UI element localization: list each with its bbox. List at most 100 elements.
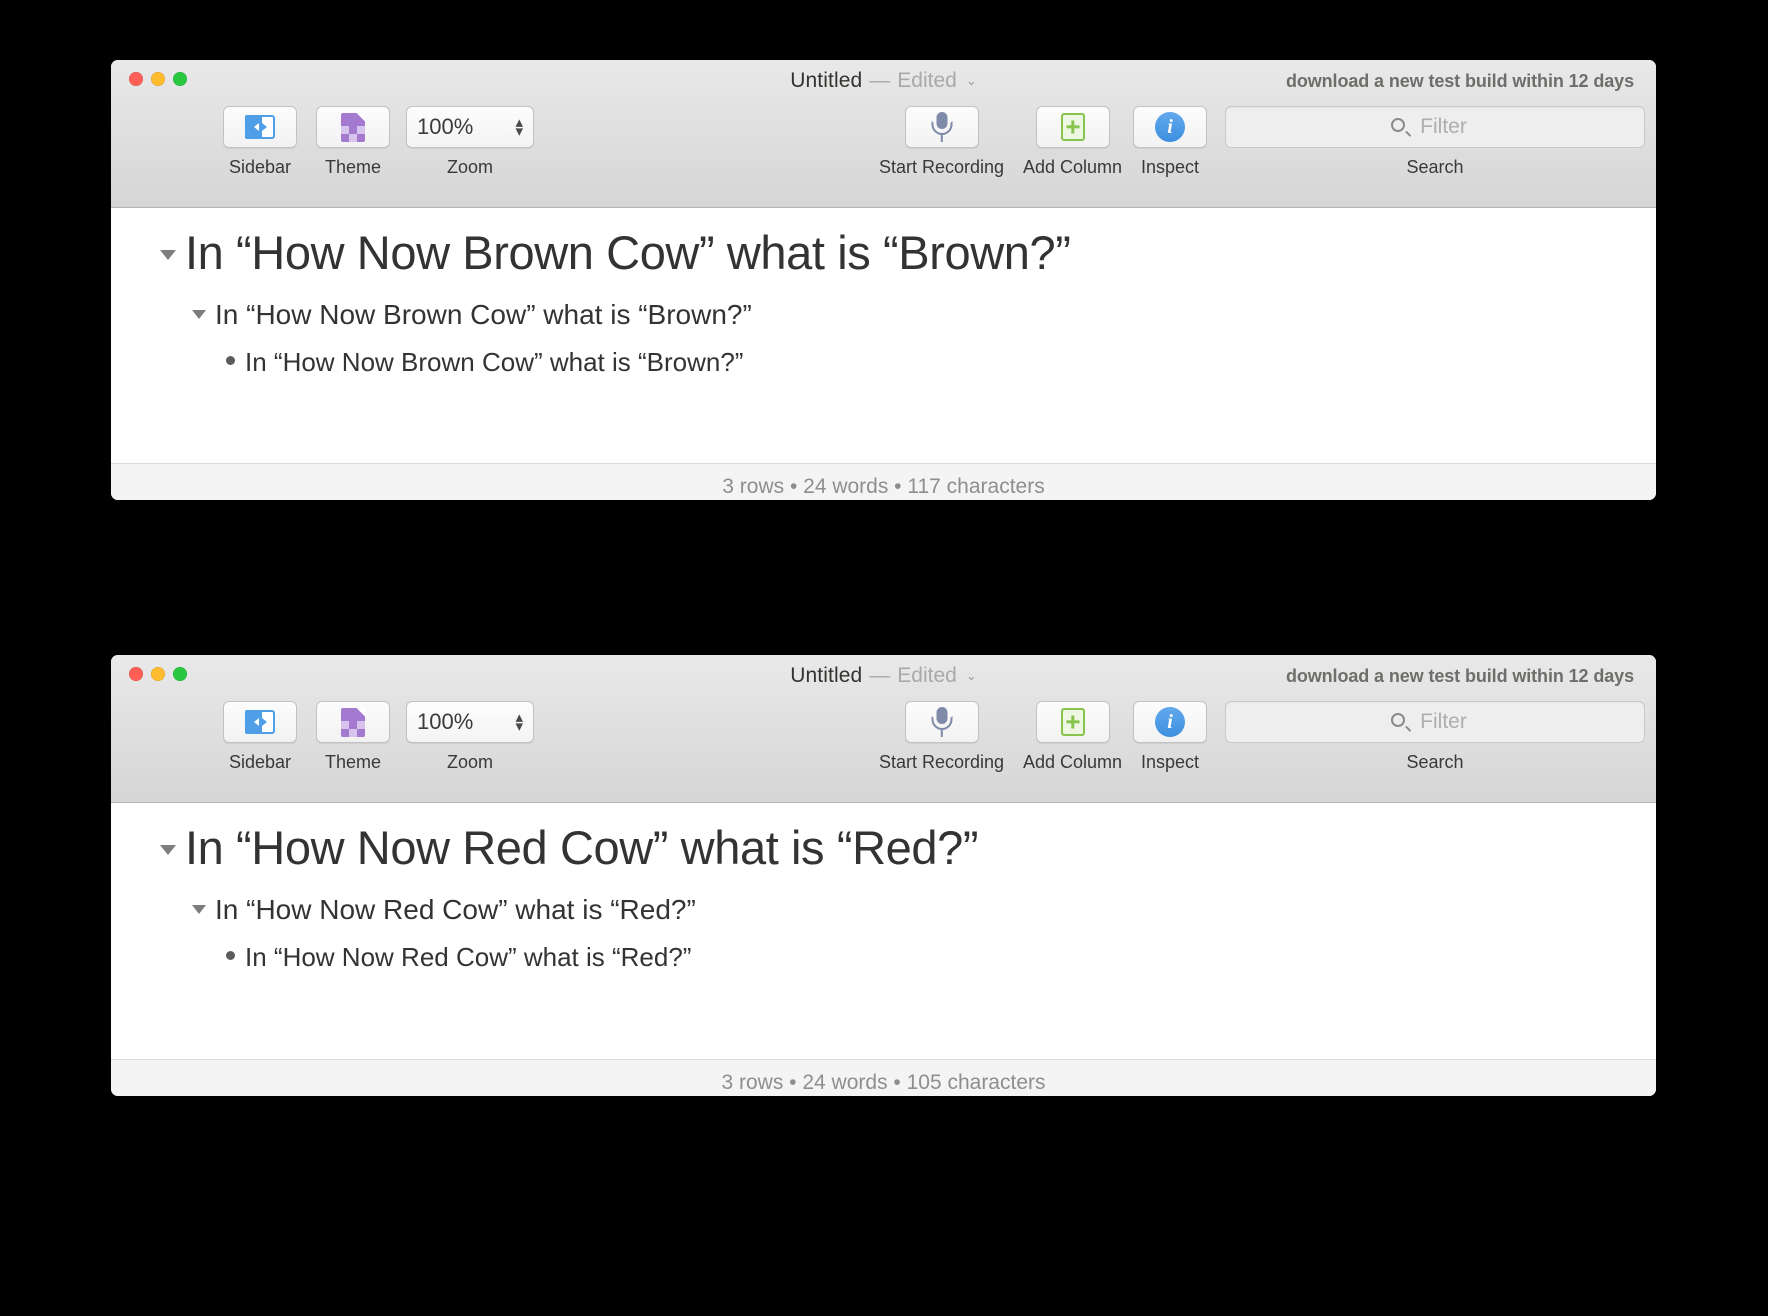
- close-button-icon[interactable]: [129, 72, 143, 86]
- add-column-icon: [1060, 113, 1085, 141]
- window-titlebar: Untitled — Edited ⌄ download a new test …: [111, 60, 1656, 208]
- edited-status-label: Edited: [897, 69, 957, 92]
- close-button-icon[interactable]: [129, 667, 143, 681]
- document-title: Untitled: [790, 69, 863, 92]
- zoom-stepper[interactable]: 100% ▴ ▾: [406, 106, 534, 148]
- add-column-label: Add Column: [1023, 752, 1123, 772]
- search-icon: [1391, 712, 1412, 732]
- inspect-label: Inspect: [1140, 157, 1200, 177]
- zoom-value[interactable]: 100%: [417, 709, 515, 735]
- zoom-label: Zoom: [446, 752, 493, 772]
- outline-row-text[interactable]: In “How Now Brown Cow” what is “Brown?”: [245, 346, 743, 379]
- outliner-window-2: Untitled — Edited ⌄ download a new test …: [111, 655, 1656, 1096]
- outline-row-text[interactable]: In “How Now Brown Cow” what is “Brown?”: [185, 224, 1071, 281]
- disclosure-triangle-icon[interactable]: [183, 905, 215, 915]
- toolbar-item-theme[interactable]: Theme: [316, 106, 390, 178]
- toolbar-item-inspect[interactable]: i Inspect: [1133, 106, 1207, 178]
- outline-content[interactable]: In “How Now Brown Cow” what is “Brown?” …: [111, 208, 1656, 463]
- outline-row[interactable]: In “How Now Red Cow” what is “Red?”: [111, 941, 1656, 974]
- toolbar-item-sidebar[interactable]: Sidebar: [223, 106, 297, 178]
- theme-button-label: Theme: [324, 752, 382, 772]
- outline-row[interactable]: In “How Now Red Cow” what is “Red?”: [111, 892, 1656, 927]
- theme-icon: [341, 707, 365, 737]
- window-toolbar: Sidebar Theme 100% ▴ ▾ Zoom Start Record…: [111, 106, 1656, 202]
- sidebar-button-label: Sidebar: [228, 157, 292, 177]
- theme-button[interactable]: [316, 106, 390, 148]
- chevron-down-icon[interactable]: ⌄: [966, 73, 977, 89]
- search-label: Search: [1406, 752, 1464, 772]
- stepper-arrows-icon[interactable]: ▴ ▾: [515, 114, 523, 139]
- zoom-stepper[interactable]: 100% ▴ ▾: [406, 701, 534, 743]
- toolbar-item-theme[interactable]: Theme: [316, 701, 390, 773]
- toolbar-item-zoom[interactable]: 100% ▴ ▾ Zoom: [406, 701, 534, 773]
- document-statistics: 3 rows • 24 words • 105 characters: [721, 1071, 1046, 1094]
- disclosure-triangle-icon[interactable]: [151, 845, 185, 855]
- sidebar-button-label: Sidebar: [228, 752, 292, 772]
- edited-status-label: Edited: [897, 664, 957, 687]
- toolbar-item-zoom[interactable]: 100% ▴ ▾ Zoom: [406, 106, 534, 178]
- maximize-button-icon[interactable]: [173, 72, 187, 86]
- chevron-down-icon[interactable]: ⌄: [966, 668, 977, 684]
- search-field[interactable]: Filter: [1225, 701, 1645, 743]
- minimize-button-icon[interactable]: [151, 72, 165, 86]
- window-toolbar: Sidebar Theme 100% ▴ ▾ Zoom Start Record…: [111, 701, 1656, 797]
- info-icon: i: [1155, 112, 1185, 142]
- disclosure-triangle-icon[interactable]: [183, 310, 215, 320]
- minimize-button-icon[interactable]: [151, 667, 165, 681]
- window-controls: [129, 667, 187, 681]
- microphone-icon: [931, 707, 953, 737]
- toolbar-item-search[interactable]: Filter Search: [1225, 701, 1645, 773]
- outline-content[interactable]: In “How Now Red Cow” what is “Red?” In “…: [111, 803, 1656, 1059]
- sidebar-icon: [245, 115, 275, 139]
- sidebar-icon: [245, 710, 275, 734]
- start-recording-label: Start Recording: [879, 157, 1005, 177]
- outliner-window-1: Untitled — Edited ⌄ download a new test …: [111, 60, 1656, 500]
- sidebar-button[interactable]: [223, 701, 297, 743]
- outline-row[interactable]: In “How Now Red Cow” what is “Red?”: [111, 819, 1656, 876]
- build-expiry-warning: download a new test build within 12 days: [1285, 666, 1634, 686]
- theme-button[interactable]: [316, 701, 390, 743]
- outline-row-text[interactable]: In “How Now Red Cow” what is “Red?”: [245, 941, 691, 974]
- outline-row-text[interactable]: In “How Now Red Cow” what is “Red?”: [185, 819, 978, 876]
- toolbar-item-add-column[interactable]: Add Column: [1023, 106, 1122, 178]
- sidebar-button[interactable]: [223, 106, 297, 148]
- maximize-button-icon[interactable]: [173, 667, 187, 681]
- inspect-button[interactable]: i: [1133, 701, 1207, 743]
- toolbar-item-record[interactable]: Start Recording: [879, 701, 1004, 773]
- title-separator: —: [869, 69, 891, 92]
- outline-row[interactable]: In “How Now Brown Cow” what is “Brown?”: [111, 224, 1656, 281]
- status-bar: 3 rows • 24 words • 105 characters: [111, 1059, 1656, 1096]
- search-input[interactable]: Filter: [1420, 710, 1467, 734]
- document-statistics: 3 rows • 24 words • 117 characters: [722, 475, 1045, 498]
- title-separator: —: [869, 664, 891, 687]
- build-expiry-warning: download a new test build within 12 days: [1285, 71, 1634, 91]
- stepper-arrows-icon[interactable]: ▴ ▾: [515, 709, 523, 734]
- zoom-label: Zoom: [446, 157, 493, 177]
- toolbar-item-search[interactable]: Filter Search: [1225, 106, 1645, 178]
- inspect-button[interactable]: i: [1133, 106, 1207, 148]
- window-titlebar: Untitled — Edited ⌄ download a new test …: [111, 655, 1656, 803]
- search-field[interactable]: Filter: [1225, 106, 1645, 148]
- disclosure-triangle-icon[interactable]: [151, 250, 185, 260]
- toolbar-item-add-column[interactable]: Add Column: [1023, 701, 1122, 773]
- toolbar-item-sidebar[interactable]: Sidebar: [223, 701, 297, 773]
- outline-row-text[interactable]: In “How Now Brown Cow” what is “Brown?”: [215, 297, 752, 332]
- start-recording-button[interactable]: [904, 106, 979, 148]
- search-input[interactable]: Filter: [1420, 115, 1467, 139]
- document-title: Untitled: [790, 664, 863, 687]
- zoom-value[interactable]: 100%: [417, 114, 515, 140]
- add-column-button[interactable]: [1035, 106, 1110, 148]
- add-column-icon: [1060, 708, 1085, 736]
- outline-row[interactable]: In “How Now Brown Cow” what is “Brown?”: [111, 346, 1656, 379]
- bullet-icon: [215, 356, 245, 366]
- outline-row-text[interactable]: In “How Now Red Cow” what is “Red?”: [215, 892, 696, 927]
- search-icon: [1391, 117, 1412, 137]
- add-column-button[interactable]: [1035, 701, 1110, 743]
- add-column-label: Add Column: [1023, 157, 1123, 177]
- outline-row[interactable]: In “How Now Brown Cow” what is “Brown?”: [111, 297, 1656, 332]
- start-recording-button[interactable]: [904, 701, 979, 743]
- toolbar-item-inspect[interactable]: i Inspect: [1133, 701, 1207, 773]
- toolbar-item-record[interactable]: Start Recording: [879, 106, 1004, 178]
- status-bar: 3 rows • 24 words • 117 characters: [111, 463, 1656, 500]
- inspect-label: Inspect: [1140, 752, 1200, 772]
